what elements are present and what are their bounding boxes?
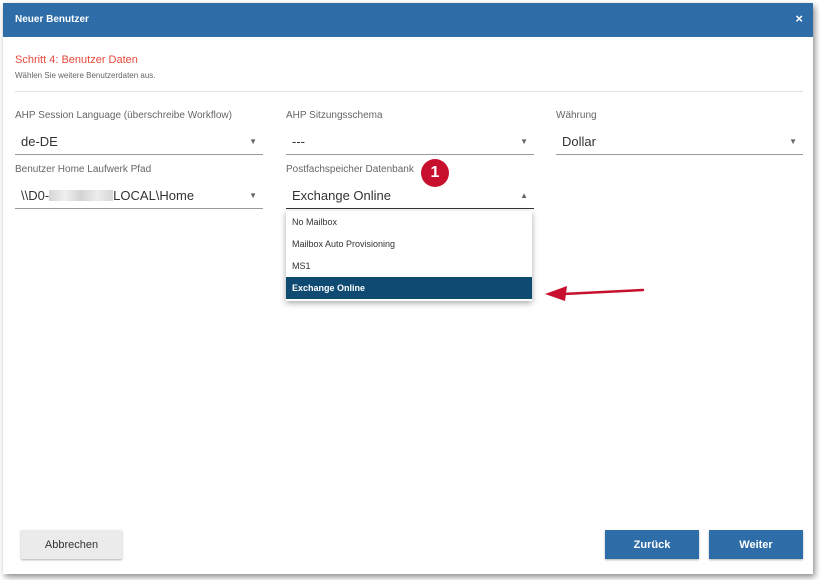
- sitzungsschema-select[interactable]: --- ▼: [286, 129, 534, 155]
- chevron-down-icon: ▼: [520, 137, 528, 146]
- annotation-arrow-icon: [545, 286, 645, 301]
- postfach-dropdown-list: No Mailbox Mailbox Auto Provisioning MS1…: [286, 211, 532, 301]
- sitzungsschema-label: AHP Sitzungsschema: [286, 110, 383, 121]
- home-path-select[interactable]: \\D0- LOCAL\Home ▼: [15, 183, 263, 209]
- home-path-label: Benutzer Home Laufwerk Pfad: [15, 164, 152, 175]
- chevron-down-icon: ▼: [249, 191, 257, 200]
- session-language-label: AHP Session Language (überschreibe Workf…: [15, 110, 232, 121]
- divider: [15, 91, 803, 92]
- home-path-prefix: \\D0-: [21, 188, 50, 203]
- next-button[interactable]: Weiter: [709, 530, 803, 559]
- postfach-label: Postfachspeicher Datenbank: [286, 164, 414, 175]
- step-subtitle: Wählen Sie weitere Benutzerdaten aus.: [15, 71, 156, 80]
- option-mailbox-auto-provisioning[interactable]: Mailbox Auto Provisioning: [286, 233, 532, 255]
- new-user-dialog: Neuer Benutzer × Schritt 4: Benutzer Dat…: [3, 3, 813, 574]
- sitzungsschema-value: ---: [292, 134, 305, 149]
- option-ms1[interactable]: MS1: [286, 255, 532, 277]
- redacted-text: [49, 190, 114, 201]
- session-language-select[interactable]: de-DE ▼: [15, 129, 263, 155]
- waehrung-value: Dollar: [562, 134, 596, 149]
- option-exchange-online[interactable]: Exchange Online: [286, 277, 532, 299]
- dialog-title: Neuer Benutzer: [15, 14, 89, 25]
- option-no-mailbox[interactable]: No Mailbox: [286, 211, 532, 233]
- home-path-value: \\D0- LOCAL\Home: [21, 188, 194, 203]
- waehrung-select[interactable]: Dollar ▼: [556, 129, 803, 155]
- step-title: Schritt 4: Benutzer Daten: [15, 54, 138, 66]
- postfach-value: Exchange Online: [292, 188, 392, 203]
- cancel-button[interactable]: Abbrechen: [21, 530, 122, 559]
- chevron-down-icon: ▼: [789, 137, 797, 146]
- waehrung-label: Währung: [556, 110, 597, 121]
- close-icon[interactable]: ×: [795, 11, 803, 27]
- chevron-down-icon: ▼: [249, 137, 257, 146]
- dialog-titlebar: Neuer Benutzer ×: [3, 3, 813, 37]
- postfach-select[interactable]: Exchange Online ▲: [286, 183, 534, 209]
- session-language-value: de-DE: [21, 134, 58, 149]
- home-path-suffix: LOCAL\Home: [113, 188, 195, 203]
- back-button[interactable]: Zurück: [605, 530, 699, 559]
- chevron-up-icon: ▲: [520, 191, 528, 200]
